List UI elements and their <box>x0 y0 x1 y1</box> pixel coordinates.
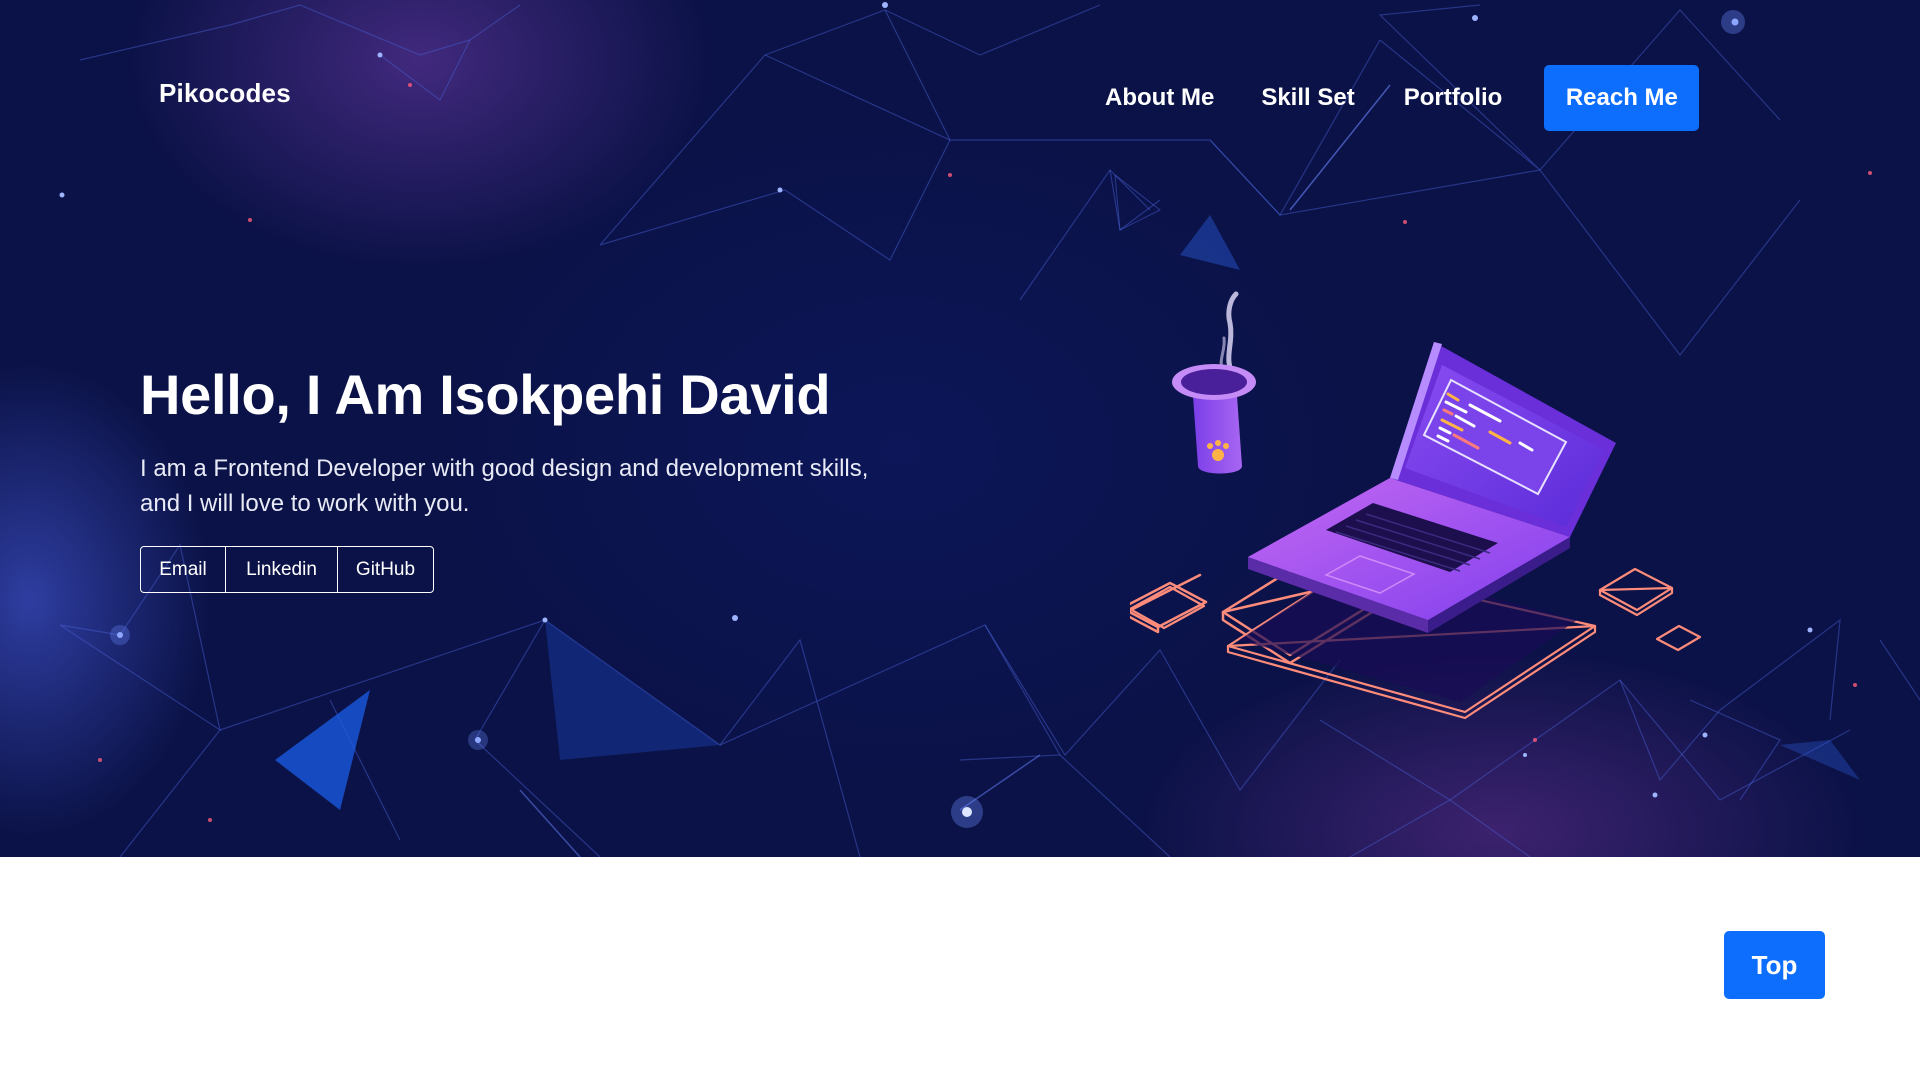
scroll-to-top-button[interactable]: Top <box>1724 931 1825 999</box>
linkedin-button[interactable]: Linkedin <box>225 547 337 592</box>
brand-logo[interactable]: Pikocodes <box>159 78 291 109</box>
nav-link-portfolio[interactable]: Portfolio <box>1404 84 1503 112</box>
hero-title: Hello, I Am Isokpehi David <box>140 363 831 426</box>
email-button[interactable]: Email <box>141 547 225 592</box>
social-button-group: Email Linkedin GitHub <box>140 546 434 593</box>
reach-me-button[interactable]: Reach Me <box>1544 64 1700 131</box>
github-button[interactable]: GitHub <box>337 547 433 592</box>
nav-link-about-me[interactable]: About Me <box>1105 84 1214 112</box>
main-nav: About Me Skill Set Portfolio Reach Me <box>1105 60 1700 135</box>
nav-link-skill-set[interactable]: Skill Set <box>1261 84 1354 112</box>
laptop-with-coffee-cup-illustration <box>1130 291 1702 720</box>
hero-section: Pikocodes About Me Skill Set Portfolio R… <box>0 0 1920 857</box>
hero-subtitle: I am a Frontend Developer with good desi… <box>140 455 869 517</box>
